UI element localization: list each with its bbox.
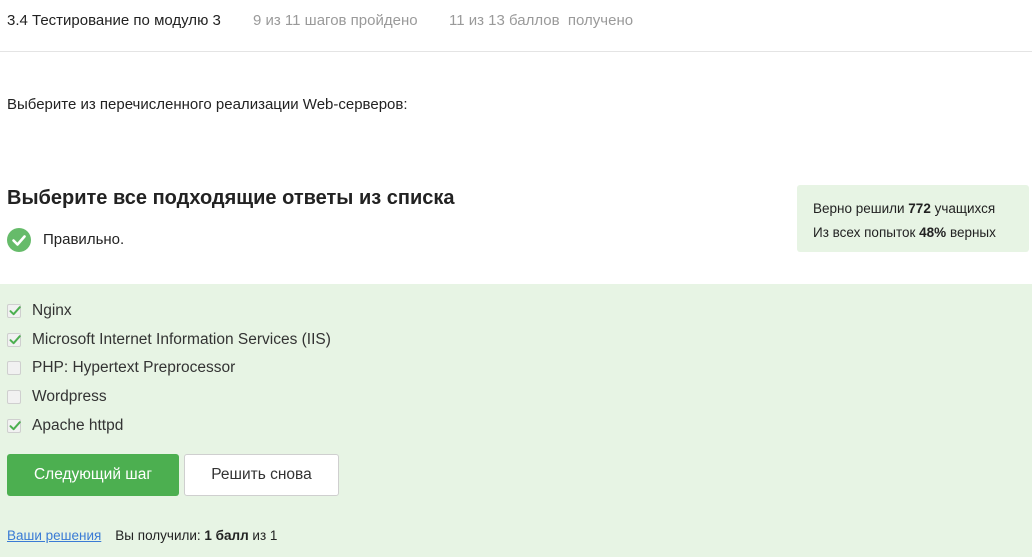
score-value: 1 балл [204,528,249,543]
answers-panel [0,284,1032,557]
instruction-heading: Выберите все подходящие ответы из списка [7,187,455,209]
option-label: Apache httpd [32,417,124,434]
checkmark-icon [9,335,21,345]
top-bar: 3.4 Тестирование по модулю 3 9 из 11 шаг… [0,0,1032,52]
checkbox[interactable] [7,333,21,347]
footer: Ваши решения Вы получили: 1 балл из 1 [7,528,277,543]
checkbox[interactable] [7,419,21,433]
points-progress: 11 из 13 баллов получено [449,12,634,29]
stats-solved-line: Верно решили 772 учащихся [813,201,996,216]
checkmark-icon [9,306,21,316]
lesson-title[interactable]: 3.4 Тестирование по модулю 3 [7,12,221,29]
score-prefix: Вы получили: [115,528,205,543]
steps-progress: 9 из 11 шагов пройдено [253,12,418,29]
stats-rate-line: Из всех попыток 48% верных [813,225,996,240]
checkbox[interactable] [7,304,21,318]
question-text: Выберите из перечисленного реализации We… [7,96,408,113]
option-label: PHP: Hypertext Preprocessor [32,359,236,376]
checkbox[interactable] [7,390,21,404]
success-rate: 48% [919,225,947,240]
result-text: Правильно. [43,231,125,248]
my-solutions-link[interactable]: Ваши решения [7,528,101,543]
checkbox[interactable] [7,361,21,375]
next-step-button[interactable]: Следующий шаг [7,454,179,496]
score-suffix: из 1 [248,528,278,543]
option-label: Microsoft Internet Information Services … [32,331,331,348]
option-label: Nginx [32,302,72,319]
option-label: Wordpress [32,388,107,405]
checkmark-icon [9,421,21,431]
check-circle-icon [7,228,31,252]
solved-count: 772 [908,201,931,216]
stats-panel: Верно решили 772 учащихся Из всех попыто… [797,185,1029,252]
retry-button[interactable]: Решить снова [184,454,339,496]
